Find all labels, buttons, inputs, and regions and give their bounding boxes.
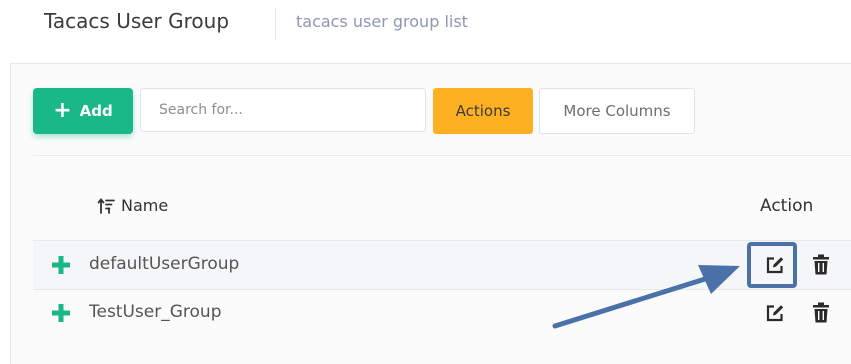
search-input[interactable] — [140, 88, 426, 132]
actions-button[interactable]: Actions — [433, 88, 533, 134]
row-name: defaultUserGroup — [89, 254, 240, 274]
plus-icon[interactable] — [51, 255, 71, 275]
trash-icon[interactable] — [812, 254, 830, 275]
breadcrumb[interactable]: tacacs user group list — [296, 12, 468, 31]
content-card: + Add Actions More Columns Name Action d… — [10, 63, 851, 364]
sort-icon[interactable] — [97, 197, 117, 215]
column-header-name[interactable]: Name — [97, 196, 168, 215]
toolbar-divider — [33, 155, 851, 156]
trash-icon[interactable] — [812, 302, 830, 323]
row-name: TestUser_Group — [89, 302, 222, 322]
table-row: TestUser_Group — [33, 289, 851, 337]
page-header: Tacacs User Group tacacs user group list — [0, 0, 851, 46]
table-row: defaultUserGroup — [33, 240, 851, 290]
plus-icon[interactable] — [51, 303, 71, 323]
header-divider — [275, 8, 276, 40]
edit-icon[interactable] — [765, 303, 785, 323]
plus-icon: + — [53, 98, 72, 123]
add-button-label: Add — [79, 102, 113, 120]
add-button[interactable]: + Add — [33, 88, 133, 134]
annotation-highlight-box — [747, 242, 797, 288]
column-header-name-label: Name — [121, 196, 169, 215]
more-columns-button[interactable]: More Columns — [539, 88, 695, 134]
page-title: Tacacs User Group — [44, 9, 230, 33]
column-header-action: Action — [760, 196, 814, 216]
